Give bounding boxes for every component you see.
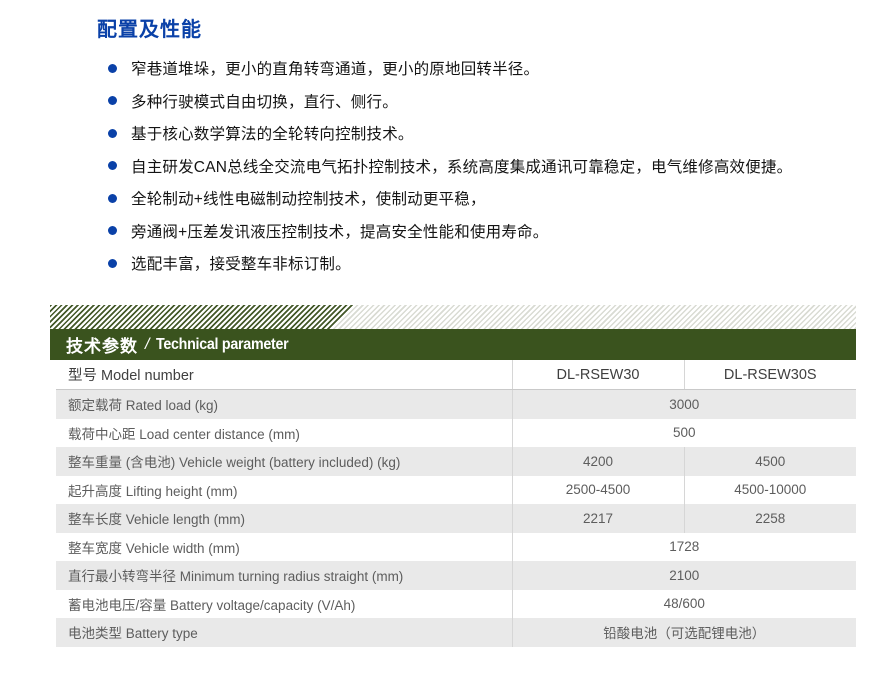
row-value-span: 铅酸电池（可选配锂电池） xyxy=(512,618,856,647)
technical-parameter-table: 型号 Model number DL-RSEW30 DL-RSEW30S 额定载… xyxy=(56,360,856,647)
table-row: 电池类型 Battery type铅酸电池（可选配锂电池） xyxy=(56,618,856,647)
row-value-span: 2100 xyxy=(512,561,856,590)
feature-text: 全轮制动+线性电磁制动控制技术，使制动更平稳， xyxy=(131,187,486,209)
row-value-span: 3000 xyxy=(512,390,856,419)
row-value-col1: 2217 xyxy=(512,504,684,533)
feature-text: 基于核心数学算法的全轮转向控制技术。 xyxy=(131,122,414,144)
row-value-col2: 2258 xyxy=(684,504,856,533)
table-row: 整车重量 (含电池) Vehicle weight (battery inclu… xyxy=(56,447,856,476)
row-value-span: 48/600 xyxy=(512,590,856,619)
feature-text: 旁通阀+压差发讯液压控制技术，提高安全性能和使用寿命。 xyxy=(131,220,548,242)
bullet-dot-icon xyxy=(108,259,117,268)
row-value-col1: 2500-4500 xyxy=(512,476,684,505)
bullet-dot-icon xyxy=(108,96,117,105)
row-value-span: 1728 xyxy=(512,533,856,562)
bullet-dot-icon xyxy=(108,161,117,170)
row-label: 整车宽度 Vehicle width (mm) xyxy=(56,533,512,562)
page-title: 配置及性能 xyxy=(97,13,202,42)
row-label: 直行最小转弯半径 Minimum turning radius straight… xyxy=(56,561,512,590)
feature-item: 全轮制动+线性电磁制动控制技术，使制动更平稳， xyxy=(108,182,868,215)
section-title-divider: / xyxy=(145,336,149,354)
feature-item: 窄巷道堆垛，更小的直角转弯通道，更小的原地回转半径。 xyxy=(108,52,868,85)
bullet-dot-icon xyxy=(108,64,117,73)
row-label: 电池类型 Battery type xyxy=(56,618,512,647)
feature-item: 自主研发CAN总线全交流电气拓扑控制技术，系统高度集成通讯可靠稳定，电气维修高效… xyxy=(108,150,868,183)
feature-text: 多种行驶模式自由切换，直行、侧行。 xyxy=(131,90,398,112)
row-label: 载荷中心距 Load center distance (mm) xyxy=(56,419,512,448)
feature-item: 多种行驶模式自由切换，直行、侧行。 xyxy=(108,85,868,118)
feature-list: 窄巷道堆垛，更小的直角转弯通道，更小的原地回转半径。多种行驶模式自由切换，直行、… xyxy=(108,52,868,280)
table-row: 整车宽度 Vehicle width (mm)1728 xyxy=(56,533,856,562)
row-label: 额定载荷 Rated load (kg) xyxy=(56,390,512,419)
feature-item: 基于核心数学算法的全轮转向控制技术。 xyxy=(108,117,868,150)
section-title-zh: 技术参数 xyxy=(66,332,138,357)
table-row: 额定载荷 Rated load (kg)3000 xyxy=(56,390,856,419)
table-row: 整车长度 Vehicle length (mm)22172258 xyxy=(56,504,856,533)
hatch-decoration xyxy=(50,305,856,329)
table-header-row: 型号 Model number DL-RSEW30 DL-RSEW30S xyxy=(56,360,856,390)
row-label: 蓄电池电压/容量 Battery voltage/capacity (V/Ah) xyxy=(56,590,512,619)
model-number-label: 型号 Model number xyxy=(56,360,512,390)
table-row: 起升高度 Lifting height (mm)2500-45004500-10… xyxy=(56,476,856,505)
hatch-dark-stripes xyxy=(50,305,356,329)
model-col-1: DL-RSEW30 xyxy=(512,360,684,390)
row-value-col1: 4200 xyxy=(512,447,684,476)
feature-text: 窄巷道堆垛，更小的直角转弯通道，更小的原地回转半径。 xyxy=(131,57,539,79)
row-value-span: 500 xyxy=(512,419,856,448)
table-row: 蓄电池电压/容量 Battery voltage/capacity (V/Ah)… xyxy=(56,590,856,619)
row-label: 起升高度 Lifting height (mm) xyxy=(56,476,512,505)
section-title-en: Technical parameter xyxy=(156,336,288,354)
spec-sheet-page: 配置及性能 窄巷道堆垛，更小的直角转弯通道，更小的原地回转半径。多种行驶模式自由… xyxy=(0,0,884,677)
feature-item: 旁通阀+压差发讯液压控制技术，提高安全性能和使用寿命。 xyxy=(108,215,868,248)
row-label: 整车长度 Vehicle length (mm) xyxy=(56,504,512,533)
feature-text: 自主研发CAN总线全交流电气拓扑控制技术，系统高度集成通讯可靠稳定，电气维修高效… xyxy=(131,155,792,177)
section-header: 技术参数 / Technical parameter xyxy=(50,329,856,360)
feature-text: 选配丰富，接受整车非标订制。 xyxy=(131,252,351,274)
row-value-col2: 4500 xyxy=(684,447,856,476)
bullet-dot-icon xyxy=(108,194,117,203)
table-row: 载荷中心距 Load center distance (mm)500 xyxy=(56,419,856,448)
bullet-dot-icon xyxy=(108,226,117,235)
row-label: 整车重量 (含电池) Vehicle weight (battery inclu… xyxy=(56,447,512,476)
feature-item: 选配丰富，接受整车非标订制。 xyxy=(108,247,868,280)
model-col-2: DL-RSEW30S xyxy=(684,360,856,390)
row-value-col2: 4500-10000 xyxy=(684,476,856,505)
bullet-dot-icon xyxy=(108,129,117,138)
table-row: 直行最小转弯半径 Minimum turning radius straight… xyxy=(56,561,856,590)
